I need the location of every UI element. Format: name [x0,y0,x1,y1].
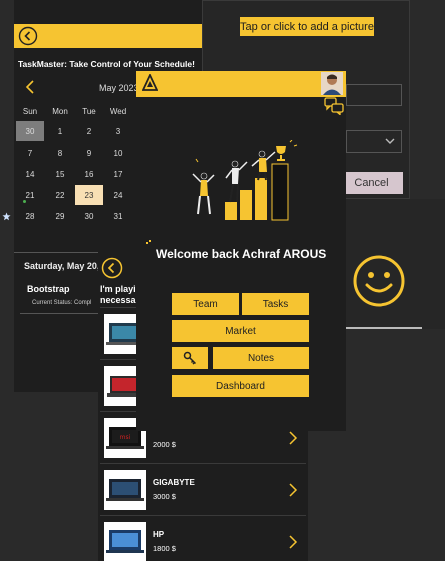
calendar-day[interactable]: 16 [75,164,103,184]
calendar-day-today[interactable]: 23 [75,185,103,205]
calendar-day[interactable]: 3 [104,121,132,141]
welcome-message: Welcome back Achraf AROUS [156,247,327,261]
chevron-right-icon[interactable] [288,482,298,498]
product-price: 1800 $ [153,544,176,553]
chevron-left-icon[interactable] [24,80,36,94]
product-price: 2000 $ [153,440,176,449]
laptop-image [104,522,146,561]
back-icon[interactable] [18,26,38,46]
back-icon[interactable] [101,257,123,279]
key-button[interactable] [172,347,208,369]
avatar[interactable] [321,72,343,95]
task-name[interactable]: Bootstrap [27,284,70,294]
selected-date: Saturday, May 20, [24,261,100,271]
logo-icon [142,74,158,91]
calendar-day[interactable]: 30 [75,206,103,226]
product-name: HP [153,530,165,539]
taskmaster-header [14,24,202,48]
chat-icon[interactable] [324,97,344,115]
weekday-label: Sun [22,107,38,116]
calendar-day[interactable]: 7 [16,143,44,163]
calendar-day[interactable]: 1 [46,121,74,141]
add-picture-button[interactable]: Tap or click to add a picture [240,17,374,36]
product-name: GIGABYTE [153,478,195,487]
market-button[interactable]: Market [172,320,309,342]
calendar-day[interactable]: 8 [46,143,74,163]
chevron-right-icon[interactable] [288,430,298,446]
team-button[interactable]: Team [172,293,239,315]
tasks-button[interactable]: Tasks [242,293,309,315]
laptop-image [104,470,146,510]
star-icon [2,212,11,221]
calendar-day[interactable]: 24 [104,185,132,205]
product-price: 3000 $ [153,492,176,501]
smiley-icon [353,255,405,307]
dropdown-field[interactable] [346,130,402,153]
notes-button[interactable]: Notes [213,347,309,369]
event-dot [23,200,26,203]
cancel-button[interactable]: Cancel [340,172,403,194]
calendar-day[interactable]: 2 [75,121,103,141]
calendar-day[interactable]: 9 [75,143,103,163]
list-item[interactable]: HP 1800 $ [100,515,306,561]
team-success-illustration [192,140,298,221]
sparkle-icon [146,240,151,244]
chevron-right-icon[interactable] [288,534,298,550]
weekday-label: Tue [82,107,96,116]
page-title: TaskMaster: Take Control of Your Schedul… [18,59,195,69]
calendar-day[interactable]: 21 [16,185,44,205]
calendar-day[interactable]: 31 [104,206,132,226]
calendar-month: May 2023 [99,83,139,93]
calendar-day[interactable]: 15 [46,164,74,184]
main-header [136,71,346,97]
text-field[interactable] [346,84,402,106]
list-item[interactable]: GIGABYTE 3000 $ [100,463,306,515]
divider [20,313,98,314]
dashboard-button[interactable]: Dashboard [172,375,309,397]
calendar-day[interactable]: 14 [16,164,44,184]
calendar-day[interactable]: 29 [46,206,74,226]
calendar-day[interactable]: 28 [16,206,44,226]
divider [346,327,422,329]
calendar-day[interactable]: 22 [46,185,74,205]
weekday-label: Mon [52,107,68,116]
key-icon [183,351,197,365]
task-status: Current Status: Compl [32,300,92,306]
weekday-label: Wed [109,107,127,116]
calendar-day[interactable]: 10 [104,143,132,163]
calendar-day[interactable]: 17 [104,164,132,184]
chevron-down-icon [385,138,395,144]
market-title: I'm playi necessar [100,284,140,305]
svg-text:msi: msi [120,434,131,441]
calendar-day[interactable]: 30 [16,121,44,141]
